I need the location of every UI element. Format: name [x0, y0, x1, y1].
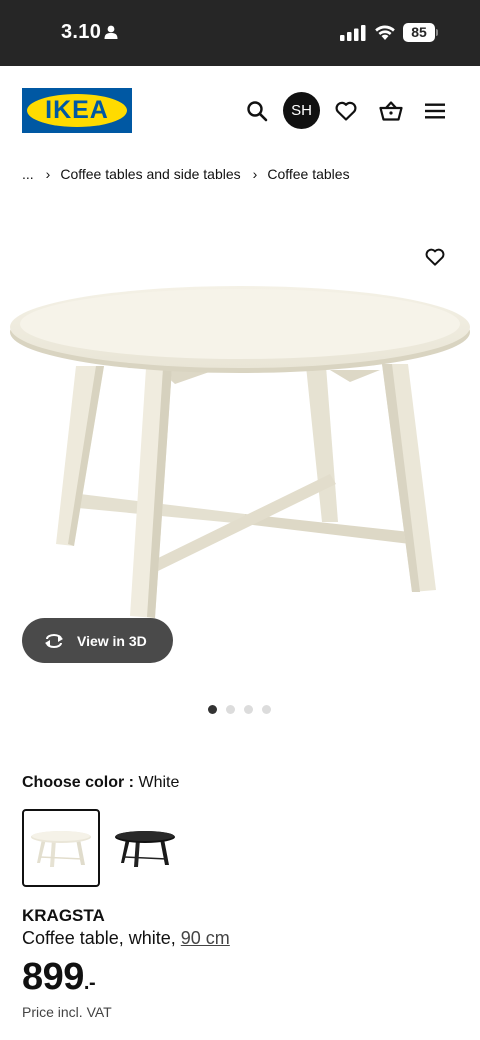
- hamburger-menu-icon: [425, 103, 445, 119]
- shopping-bag-button[interactable]: [373, 93, 409, 129]
- search-icon: [247, 101, 268, 122]
- carousel-dot[interactable]: [208, 705, 217, 714]
- product-price: 899.-: [22, 956, 96, 999]
- image-carousel-indicator: [208, 705, 271, 714]
- status-time: 3.10: [61, 21, 102, 43]
- selected-color-value: White: [138, 774, 180, 791]
- carousel-dot[interactable]: [226, 705, 235, 714]
- product-description: Coffee table, white, 90 cm: [22, 928, 230, 949]
- person-icon: [104, 25, 118, 39]
- favourites-button[interactable]: [328, 93, 364, 129]
- battery-indicator: 85: [403, 23, 438, 42]
- site-header: IKEA SH: [0, 66, 480, 156]
- status-bar: 3.10 85: [0, 0, 480, 66]
- chevron-right-icon: ›: [45, 166, 51, 182]
- color-swatch-white[interactable]: [22, 809, 100, 887]
- shopping-basket-icon: [379, 101, 403, 121]
- price-suffix: .-: [83, 972, 96, 994]
- view-in-3d-button[interactable]: View in 3D: [22, 618, 173, 663]
- cellular-signal-icon: [340, 25, 366, 41]
- price-amount: 899: [22, 956, 84, 998]
- carousel-dot[interactable]: [262, 705, 271, 714]
- color-swatch-black[interactable]: [106, 809, 184, 887]
- view-in-3d-label: View in 3D: [77, 632, 147, 649]
- heart-icon: [425, 248, 445, 266]
- account-avatar[interactable]: SH: [283, 92, 320, 129]
- carousel-dot[interactable]: [244, 705, 253, 714]
- product-type: Coffee table, white,: [22, 928, 176, 948]
- vat-note: Price incl. VAT: [22, 1004, 112, 1020]
- ikea-logo[interactable]: IKEA: [22, 88, 132, 133]
- battery-tip: [436, 29, 438, 36]
- product-size-link[interactable]: 90 cm: [181, 928, 230, 948]
- search-button[interactable]: [239, 93, 275, 129]
- product-image-white-coffee-table[interactable]: [0, 232, 480, 652]
- breadcrumb-item-coffee-and-side-tables[interactable]: Coffee tables and side tables: [60, 166, 240, 182]
- battery-level: 85: [403, 23, 435, 42]
- logo-text: IKEA: [45, 96, 109, 124]
- black-table-thumbnail: [115, 831, 175, 867]
- white-table-thumbnail: [31, 831, 91, 867]
- rotate-3d-icon: [45, 633, 63, 648]
- breadcrumb-ellipsis[interactable]: ...: [22, 166, 34, 182]
- wifi-icon: [375, 25, 395, 40]
- chevron-right-icon: ›: [252, 166, 258, 182]
- heart-icon: [335, 101, 357, 121]
- menu-button[interactable]: [417, 93, 453, 129]
- product-name: KRAGSTA: [22, 906, 105, 925]
- breadcrumb-item-coffee-tables[interactable]: Coffee tables: [267, 166, 349, 182]
- color-chooser-label: Choose color : White: [22, 774, 179, 792]
- add-to-wishlist-button[interactable]: [420, 242, 450, 272]
- breadcrumb: ... › Coffee tables and side tables › Co…: [22, 166, 350, 182]
- choose-color-label: Choose color :: [22, 774, 135, 791]
